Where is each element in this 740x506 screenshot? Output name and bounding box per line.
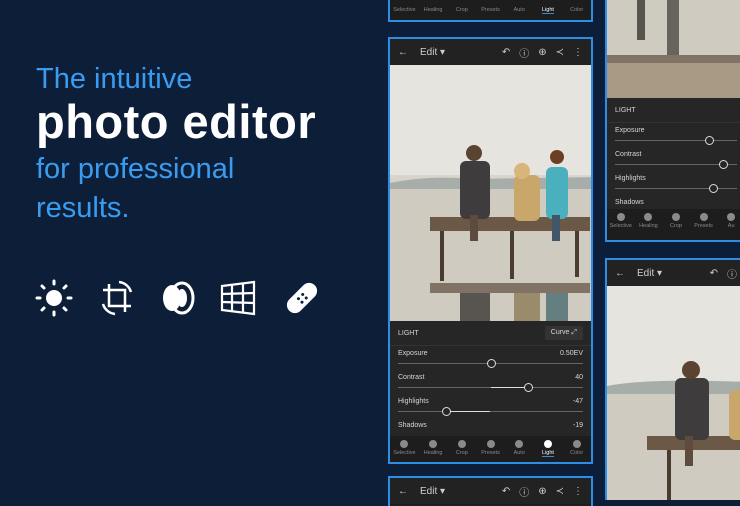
editor-top-bar: ← Edit ▾ ↶ ⓘ ⊕ ≺ ⋮ bbox=[390, 39, 591, 65]
slider-row: Shadows -19 bbox=[390, 418, 591, 436]
photo-canvas[interactable] bbox=[607, 286, 740, 500]
slider-label: Exposure bbox=[398, 350, 428, 357]
hero-line-3: for professional bbox=[36, 153, 235, 185]
tool-light[interactable]: Light bbox=[534, 0, 563, 20]
tool-selective[interactable]: Selective bbox=[390, 0, 419, 20]
edit-dropdown[interactable]: Edit ▾ bbox=[420, 486, 493, 497]
slider-label: Exposure bbox=[615, 127, 645, 134]
share-icon[interactable]: ≺ bbox=[556, 486, 564, 497]
tool-healing[interactable]: Healing bbox=[419, 436, 448, 460]
help-icon[interactable]: ⓘ bbox=[727, 266, 737, 281]
exposure-slider[interactable] bbox=[615, 136, 737, 146]
curve-button[interactable]: Curve ⤢ bbox=[544, 326, 583, 340]
add-icon[interactable]: ⊕ bbox=[538, 486, 546, 497]
slider-label: Contrast bbox=[615, 151, 642, 158]
tool-healing[interactable]: Healing bbox=[419, 0, 448, 20]
tool-crop[interactable]: Crop bbox=[447, 0, 476, 20]
tool-light[interactable]: Light bbox=[534, 436, 563, 460]
photo-image bbox=[607, 0, 740, 98]
tool-crop[interactable]: Crop bbox=[447, 436, 476, 460]
photo-canvas[interactable] bbox=[607, 0, 740, 98]
photo-canvas[interactable] bbox=[390, 65, 591, 321]
photo-image bbox=[390, 65, 591, 321]
slider-value: 0.50EV bbox=[560, 350, 583, 357]
slider-row: Contrast bbox=[607, 147, 740, 171]
lens-icon bbox=[163, 281, 195, 315]
panel-title: LIGHT bbox=[398, 329, 419, 337]
hero-line-2: photo editor bbox=[36, 95, 317, 148]
back-arrow-icon[interactable]: ← bbox=[398, 486, 408, 497]
slider-label: Contrast bbox=[398, 374, 425, 381]
slider-row: Highlights bbox=[607, 171, 740, 195]
slider-row: Exposure bbox=[607, 123, 740, 147]
back-arrow-icon[interactable]: ← bbox=[615, 268, 625, 279]
tool-presets[interactable]: Presets bbox=[476, 436, 505, 460]
tool-bar: Selective Healing Crop Presets Auto Ligh… bbox=[390, 436, 591, 460]
contrast-slider[interactable] bbox=[398, 383, 583, 393]
tool-bar: Selective Healing Crop Presets Auto Ligh… bbox=[390, 0, 591, 20]
edit-dropdown[interactable]: Edit ▾ bbox=[420, 47, 493, 58]
phone-preview-bottom: ← Edit ▾ ↶ ⓘ ⊕ ≺ ⋮ bbox=[388, 476, 593, 506]
hero-text: The intuitive photo editor for professio… bbox=[36, 62, 316, 226]
tool-auto[interactable]: Au bbox=[717, 209, 740, 233]
tool-presets[interactable]: Presets bbox=[690, 209, 718, 233]
undo-icon[interactable]: ↶ bbox=[502, 47, 510, 58]
slider-row: Shadows bbox=[607, 195, 740, 209]
hero-line-4: results. bbox=[36, 192, 130, 224]
light-panel: LIGHT Curve ⤢ Exposure 0.50EV Contrast 40 … bbox=[390, 321, 591, 436]
phone-preview-right-bottom: ← Edit ▾ ↶ ⓘ bbox=[605, 258, 740, 500]
tool-auto[interactable]: Auto bbox=[505, 436, 534, 460]
slider-row: Highlights -47 bbox=[390, 394, 591, 418]
panel-title: LIGHT bbox=[615, 106, 636, 114]
slider-label: Shadows bbox=[398, 422, 427, 429]
more-icon[interactable]: ⋮ bbox=[573, 47, 583, 58]
phone-preview-right-top: LIGHT Exposure Contrast Highlights Shado… bbox=[605, 0, 740, 242]
hero-line-1: The intuitive bbox=[36, 63, 193, 95]
tool-bar: Selective Healing Crop Presets Au bbox=[607, 209, 740, 233]
share-icon[interactable]: ≺ bbox=[556, 47, 564, 58]
tool-presets[interactable]: Presets bbox=[476, 0, 505, 20]
photo-image bbox=[607, 286, 740, 500]
undo-icon[interactable]: ↶ bbox=[710, 268, 718, 279]
tool-selective[interactable]: Selective bbox=[390, 436, 419, 460]
light-panel: LIGHT Exposure Contrast Highlights Shado… bbox=[607, 98, 740, 209]
slider-row: Exposure 0.50EV bbox=[390, 346, 591, 370]
perspective-grid-icon bbox=[220, 280, 256, 316]
slider-row: Contrast 40 bbox=[390, 370, 591, 394]
editor-top-bar: ← Edit ▾ ↶ ⓘ bbox=[607, 260, 740, 286]
slider-value: -47 bbox=[572, 398, 583, 405]
phone-preview-top: Selective Healing Crop Presets Auto Ligh… bbox=[388, 0, 593, 22]
slider-value: 40 bbox=[575, 374, 583, 381]
editor-top-bar: ← Edit ▾ ↶ ⓘ ⊕ ≺ ⋮ bbox=[390, 478, 591, 504]
phone-preview-main: ← Edit ▾ ↶ ⓘ ⊕ ≺ ⋮ LIGHT Curve ⤢ Exposur… bbox=[388, 37, 593, 464]
highlights-slider[interactable] bbox=[615, 184, 737, 194]
add-icon[interactable]: ⊕ bbox=[538, 47, 546, 58]
undo-icon[interactable]: ↶ bbox=[502, 486, 510, 497]
tool-color[interactable]: Color bbox=[562, 0, 591, 20]
sun-icon bbox=[35, 279, 73, 317]
slider-value: -19 bbox=[572, 422, 583, 429]
more-icon[interactable]: ⋮ bbox=[573, 486, 583, 497]
tool-selective[interactable]: Selective bbox=[607, 209, 635, 233]
help-icon[interactable]: ⓘ bbox=[519, 45, 529, 60]
slider-label: Shadows bbox=[615, 199, 644, 206]
tool-auto[interactable]: Auto bbox=[505, 0, 534, 20]
slider-label: Highlights bbox=[615, 175, 646, 182]
bandage-icon bbox=[286, 282, 318, 314]
crop-rotate-icon bbox=[101, 280, 133, 316]
tool-healing[interactable]: Healing bbox=[635, 209, 663, 233]
edit-dropdown[interactable]: Edit ▾ bbox=[637, 268, 701, 279]
back-arrow-icon[interactable]: ← bbox=[398, 47, 408, 58]
contrast-slider[interactable] bbox=[615, 160, 737, 170]
highlights-slider[interactable] bbox=[398, 407, 583, 417]
tool-crop[interactable]: Crop bbox=[662, 209, 690, 233]
slider-label: Highlights bbox=[398, 398, 429, 405]
exposure-slider[interactable] bbox=[398, 359, 583, 369]
help-icon[interactable]: ⓘ bbox=[519, 484, 529, 499]
tool-color[interactable]: Color bbox=[562, 436, 591, 460]
